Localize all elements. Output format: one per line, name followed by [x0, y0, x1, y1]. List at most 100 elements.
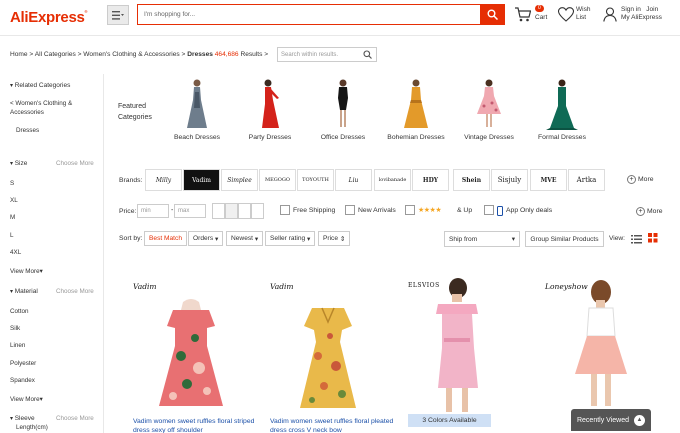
plus-icon: + — [636, 207, 645, 216]
brand-lovibanade[interactable]: lovibanade — [374, 169, 411, 191]
material-option-cotton[interactable]: Cotton — [10, 308, 29, 315]
chevron-up-icon: ▲ — [634, 414, 645, 426]
product-image[interactable] — [288, 296, 368, 414]
product-card[interactable]: Vadim Vadim women sweet ruffles floral p… — [270, 276, 405, 433]
price-max-input[interactable]: max — [174, 204, 206, 218]
brand-mve[interactable]: MVE — [530, 169, 567, 191]
breadcrumb-path[interactable]: Home > All Categories > Women's Clothing… — [10, 51, 187, 58]
grid-view-icon[interactable] — [648, 233, 658, 245]
top-header: AliExpress® I'm shopping for... 0 Cart W… — [0, 0, 680, 36]
brand-simplee[interactable]: Simplee — [221, 169, 258, 191]
join-link[interactable]: Join — [646, 6, 658, 13]
product-image[interactable] — [151, 296, 231, 414]
new-arrivals-checkbox[interactable] — [345, 205, 355, 215]
wish-list-link[interactable]: Wish List — [576, 6, 590, 22]
brand-sisjuly[interactable]: Sisjuly — [491, 169, 528, 191]
size-option-l[interactable]: L — [10, 232, 14, 239]
aliexpress-logo[interactable]: AliExpress® — [10, 9, 87, 26]
search-within-input[interactable]: Search within results. — [277, 47, 377, 62]
star-rating-icon[interactable]: ★★★★ — [418, 206, 442, 214]
size-option-s[interactable]: S — [10, 180, 14, 187]
free-shipping-checkbox[interactable] — [280, 205, 290, 215]
material-option-polyester[interactable]: Polyester — [10, 360, 36, 367]
free-shipping-label[interactable]: Free Shipping — [293, 207, 335, 214]
brand-liu[interactable]: Liu — [335, 169, 372, 191]
app-only-label[interactable]: App Only deals — [506, 207, 552, 214]
plus-icon: + — [627, 175, 636, 184]
material-choose-more[interactable]: Choose More — [56, 288, 94, 295]
brand-shein[interactable]: Shein — [453, 169, 490, 191]
category-label[interactable]: Office Dresses — [303, 134, 383, 141]
price-min-input[interactable]: min — [137, 204, 169, 218]
cart-count-badge: 0 — [535, 5, 544, 12]
search-input[interactable]: I'm shopping for... — [137, 4, 480, 25]
bohemian-dress-image — [404, 79, 428, 128]
app-only-checkbox[interactable] — [484, 205, 494, 215]
size-option-m[interactable]: M — [10, 214, 15, 221]
filters-more-button[interactable]: + More — [636, 207, 663, 216]
sort-orders[interactable]: Orders ▾ — [188, 231, 224, 246]
cart-icon[interactable] — [514, 7, 532, 24]
breadcrumb-current: Dresses — [187, 51, 213, 58]
list-view-icon[interactable] — [631, 234, 642, 246]
breadcrumb: Home > All Categories > Women's Clothing… — [10, 51, 268, 58]
party-dress-image — [262, 79, 279, 128]
new-arrivals-label[interactable]: New Arrivals — [358, 207, 396, 214]
material-heading[interactable]: Material — [10, 288, 38, 295]
sign-in-link[interactable]: Sign in — [621, 6, 641, 13]
brand-megogo[interactable]: MEGOGO — [259, 169, 296, 191]
account-menu[interactable]: Sign in Join My AliExpress — [621, 6, 662, 22]
sleeve-choose-more[interactable]: Choose More — [56, 415, 94, 422]
material-option-spandex[interactable]: Spandex — [10, 377, 35, 384]
sort-seller-rating[interactable]: Seller rating ▾ — [265, 231, 316, 246]
size-choose-more[interactable]: Choose More — [56, 160, 94, 167]
brand-vadim[interactable]: Vadim — [183, 169, 220, 191]
ship-from-select[interactable]: Ship from ▾ — [444, 231, 520, 247]
product-title[interactable]: Vadim women sweet ruffles floral striped… — [133, 417, 268, 433]
category-label[interactable]: Bohemian Dresses — [376, 134, 456, 141]
category-label[interactable]: Formal Dresses — [522, 134, 602, 141]
product-image[interactable] — [561, 278, 641, 408]
brand-artka[interactable]: Artka — [568, 169, 605, 191]
brand-hdy[interactable]: HDY — [412, 169, 449, 191]
price-range-histogram[interactable] — [212, 203, 266, 221]
size-option-xl[interactable]: XL — [10, 197, 18, 204]
category-label[interactable]: Beach Dresses — [157, 134, 237, 141]
sort-price[interactable]: Price ⇕ — [318, 231, 351, 246]
category-label[interactable]: Vintage Dresses — [449, 134, 529, 141]
related-categories-heading[interactable]: Related Categories — [10, 82, 71, 89]
featured-categories-label: Featured Categories — [118, 103, 152, 121]
user-icon[interactable] — [603, 7, 617, 24]
product-card[interactable]: ELSVIOS — [408, 276, 543, 433]
rating-checkbox[interactable] — [405, 205, 415, 215]
heart-icon[interactable] — [557, 7, 575, 24]
product-title[interactable]: Vadim women sweet ruffles floral pleated… — [270, 417, 405, 433]
group-similar-button[interactable]: Group Similar Products — [525, 231, 604, 247]
size-heading[interactable]: Size — [10, 160, 28, 167]
my-aliexpress-link[interactable]: My AliExpress — [621, 14, 662, 22]
search-icon[interactable] — [363, 50, 372, 59]
material-option-silk[interactable]: Silk — [10, 325, 20, 332]
parent-category-link[interactable]: < Women's Clothing & Accessories — [10, 100, 72, 116]
cart-label[interactable]: Cart — [535, 14, 547, 21]
and-up-label[interactable]: & Up — [457, 207, 472, 214]
formal-dress-image — [546, 79, 578, 130]
current-category[interactable]: Dresses — [16, 127, 39, 134]
product-brand-mark: Vadim — [133, 282, 157, 291]
sort-newest[interactable]: Newest ▾ — [226, 231, 264, 246]
material-view-more[interactable]: View More▾ — [10, 396, 43, 403]
sort-best-match[interactable]: Best Match — [144, 231, 187, 246]
sleeve-heading[interactable]: Sleeve — [10, 415, 35, 422]
brands-more-button[interactable]: + More — [627, 175, 654, 184]
category-label[interactable]: Party Dresses — [230, 134, 310, 141]
search-button[interactable] — [480, 4, 505, 25]
recently-viewed-button[interactable]: Recently Viewed ▲ — [571, 409, 651, 431]
size-view-more[interactable]: View More▾ — [10, 268, 43, 275]
product-image[interactable] — [426, 278, 486, 414]
product-card[interactable]: Vadim Vadim women sweet ruffles floral s… — [133, 276, 268, 433]
menu-button[interactable] — [107, 5, 129, 25]
brand-toyouth[interactable]: TOYOUTH — [297, 169, 334, 191]
material-option-linen[interactable]: Linen — [10, 342, 25, 349]
brand-milly[interactable]: Milly — [145, 169, 182, 191]
size-option-4xl[interactable]: 4XL — [10, 249, 21, 256]
